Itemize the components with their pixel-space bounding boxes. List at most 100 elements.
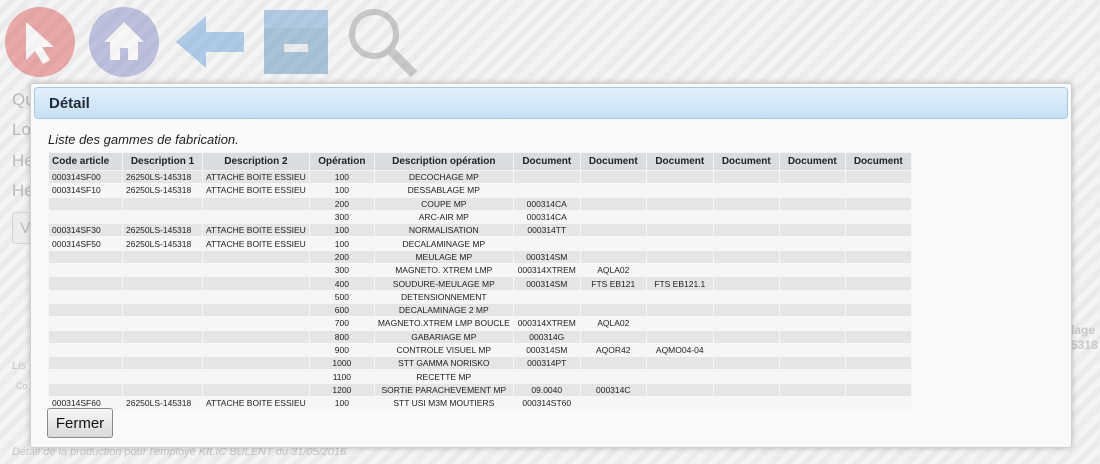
table-row[interactable]: 000314SF30 26250LS-145318 ATTACHE BOITE ES… [48,223,912,238]
table-cell: ATTACHE BOITE ESSIEU [202,169,310,185]
table-cell: 000314SF30 [48,223,123,238]
table-cell [778,276,846,291]
table-cell [844,329,912,344]
table-row[interactable]: 400 SOUDURE-MEULAGE MP 000314SM FTS EB121 FT… [48,276,912,291]
column-header[interactable]: Document [778,152,846,171]
table-cell [48,263,123,278]
table-row[interactable]: 200 MEULAGE MP 000314SM [48,249,912,265]
table-cell: DETENSIONNEMENT [373,289,514,304]
table-row[interactable]: 000314SF60 26250LS-145318 ATTACHE BOITE ES… [48,396,912,411]
table-cell [712,329,780,344]
table-row[interactable]: 500 DETENSIONNEMENT [48,289,912,304]
table-cell [645,263,714,278]
cursor-icon[interactable] [2,4,78,80]
table-cell: MAGNETO. XTREM LMP [373,263,514,278]
table-cell: 1000 [308,356,375,371]
bg-col-header: Co [16,381,28,391]
column-header[interactable]: Opération [308,152,375,171]
table-cell [122,356,203,371]
table-row[interactable]: 800 GABARIAGE MP 000314G [48,329,912,344]
table-cell [579,209,647,225]
table-cell: 200 [308,249,375,265]
table-cell [645,369,714,384]
table-row[interactable]: 600 DECALAMINAGE 2 MP [48,302,912,318]
table-cell: DECOCHAGE MP [373,169,514,185]
table-cell: 100 [308,183,375,198]
table-cell [712,209,780,225]
table-cell [778,289,846,304]
table-row[interactable]: 200 COUPE MP 000314CA [48,196,912,211]
table-cell: 100 [308,223,375,238]
table-row[interactable]: 300 MAGNETO. XTREM LMP 000314XTREM AQLA02 [48,263,912,278]
table-cell: NORMALISATION [373,223,514,238]
table-cell [778,236,846,251]
column-header[interactable]: Document [712,152,780,171]
column-header[interactable]: Description opération [373,152,514,171]
table-row[interactable]: 000314SF00 26250LS-145318 ATTACHE BOITE ES… [48,169,912,185]
table-row[interactable]: 700 MAGNETO.XTREM LMP BOUCLE 000314XTREM AQ… [48,316,912,331]
table-cell [844,396,912,411]
bg-list-caption: Lis [12,360,27,372]
table-cell [712,302,780,318]
table-cell [122,302,203,318]
table-cell [202,382,310,398]
table-cell: AQMO04-04 [645,342,714,358]
table-cell [579,169,647,185]
table-row[interactable]: 000314SF10 26250LS-145318 ATTACHE BOITE ES… [48,183,912,198]
close-button[interactable]: Fermer [47,408,113,438]
bg-right-value: 5318 [1071,338,1098,352]
table-cell [645,236,714,251]
table-row[interactable]: 1200 SORTIE PARACHEVEMENT MP 09.0040 000314… [48,382,912,398]
table-cell [122,249,203,265]
table-cell: RECETTE MP [373,369,514,384]
table-cell [778,169,846,185]
table-row[interactable]: 1100 RECETTE MP [48,369,912,384]
table-cell: ARC-AIR MP [373,209,514,225]
table-cell: AQOR42 [579,342,647,358]
table-cell: 000314SF00 [48,169,123,185]
table-cell: 800 [308,329,375,344]
column-header[interactable]: Description 1 [122,152,203,171]
table-cell: 000314PT [512,356,581,371]
column-header[interactable]: Document [844,152,912,171]
table-cell [579,236,647,251]
table-cell: FTS EB121 [579,276,647,291]
table-row[interactable]: 300 ARC-AIR MP 000314CA [48,209,912,225]
table-cell: STT GAMMA NORISKO [373,356,514,371]
gammes-table: Code article Description 1 Description 2… [48,152,912,411]
column-header[interactable]: Document [579,152,647,171]
table-cell [844,276,912,291]
table-cell [712,236,780,251]
column-header[interactable]: Code article [48,152,123,171]
back-arrow-icon[interactable] [172,4,248,80]
table-cell [48,316,123,331]
table-cell: AQLA02 [579,316,647,331]
column-header[interactable]: Document [512,152,581,171]
archive-icon[interactable] [258,4,334,80]
table-cell [512,369,581,384]
table-cell: 000314XTREM [512,316,581,331]
table-header-row: Code article Description 1 Description 2… [48,152,912,171]
table-cell: 000314SM [512,249,581,265]
table-row[interactable]: 1000 STT GAMMA NORISKO 000314PT [48,356,912,371]
column-header[interactable]: Document [645,152,714,171]
search-icon[interactable] [344,4,420,80]
column-header[interactable]: Description 2 [202,152,310,171]
table-cell: GABARIAGE MP [373,329,514,344]
table-row[interactable]: 900 CONTROLE VISUEL MP 000314SM AQOR42 AQMO0… [48,342,912,358]
table-cell: ATTACHE BOITE ESSIEU [202,183,310,198]
table-cell [645,316,714,331]
table-cell [645,183,714,198]
table-cell [778,263,846,278]
table-cell: DECALAMINAGE MP [373,236,514,251]
table-row[interactable]: 000314SF50 26250LS-145318 ATTACHE BOITE ES… [48,236,912,251]
table-cell: ATTACHE BOITE ESSIEU [202,223,310,238]
table-cell [122,382,203,398]
table-cell [778,382,846,398]
home-icon[interactable] [86,4,162,80]
table-cell [712,183,780,198]
table-cell [579,196,647,211]
table-cell [778,369,846,384]
table-body: 000314SF00 26250LS-145318 ATTACHE BOITE ES… [48,169,912,411]
table-cell [202,329,310,344]
